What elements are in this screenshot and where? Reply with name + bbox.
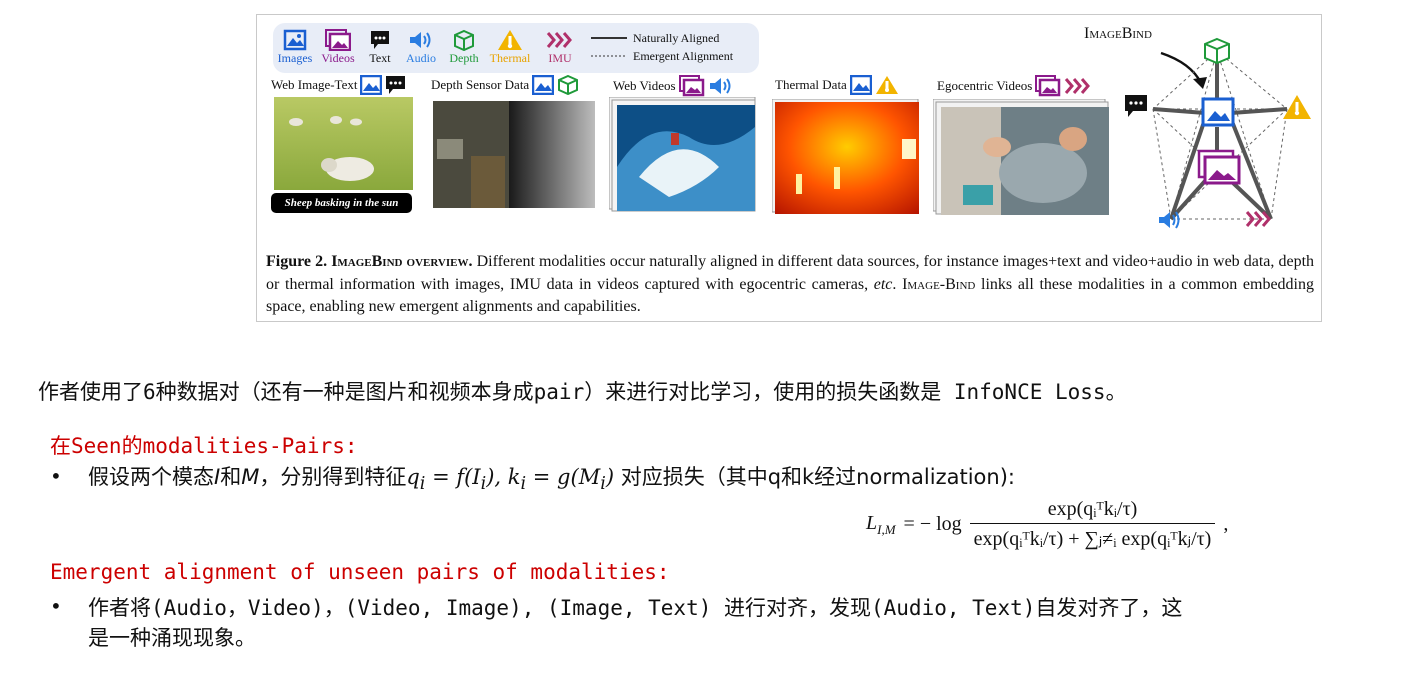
formula-L: L	[866, 511, 878, 534]
figure-caption: Figure 2. ImageBind overview. Different …	[266, 251, 1314, 319]
dashed-line-icon	[591, 55, 627, 57]
legend-thermal: Thermal	[485, 29, 535, 66]
legend-text-label: Text	[369, 51, 391, 65]
emergent-alignment-row: Emergent Alignment	[591, 47, 733, 65]
image-icon	[849, 75, 872, 95]
egocentric-video-stack	[933, 99, 1111, 217]
surf-image	[609, 97, 756, 212]
depth-photo	[433, 101, 595, 208]
video-icon	[1035, 75, 1061, 97]
formula-denominator: exp(qᵢᵀkᵢ/τ) + ∑ⱼ≠ᵢ exp(qᵢᵀkⱼ/τ)	[969, 523, 1216, 551]
bullet-2: •	[50, 594, 62, 618]
caption-body-2: .	[892, 275, 903, 293]
bullet-1: •	[50, 464, 62, 488]
legend-audio-label: Audio	[406, 51, 436, 65]
section1-bullet: 假设两个模态I和M，分别得到特征qi = f(Ii), ki = g(Mi) 对…	[88, 461, 1015, 494]
legend-thermal-label: Thermal	[489, 51, 531, 65]
speaker-icon	[709, 78, 731, 94]
naturally-aligned-label: Naturally Aligned	[633, 30, 720, 45]
legend-imu-label: IMU	[548, 51, 572, 65]
image-icon	[532, 75, 555, 95]
legend-audio: Audio	[401, 29, 441, 66]
formula-tail: ,	[1223, 513, 1229, 535]
cube-icon	[454, 29, 474, 51]
image-icon	[283, 29, 307, 51]
legend-videos-label: Videos	[321, 51, 355, 65]
panel-label-text: Thermal Data	[775, 77, 847, 92]
thermal-photo	[772, 99, 922, 214]
egocentric-image	[933, 99, 1109, 215]
intro-paragraph: 作者使用了6种数据对（还有一种是图片和视频本身成pair）来进行对比学习，使用的…	[38, 380, 1127, 404]
legend-images-label: Images	[277, 51, 313, 65]
sheep-photo	[274, 97, 413, 190]
math-q-eq: = f(I	[425, 465, 481, 489]
panel-label-depth: Depth Sensor Data	[431, 75, 579, 95]
web-video-stack	[609, 97, 757, 213]
panel-label-web-image-text: Web Image-Text	[271, 75, 407, 95]
formula-eq: = − log	[903, 513, 962, 535]
legend-videos: Videos	[319, 29, 357, 66]
imagebind-graph	[1121, 23, 1317, 243]
feature-equation: qi = f(Ii), ki = g(Mi)	[406, 465, 615, 494]
legend-depth: Depth	[445, 29, 483, 66]
formula-numerator: exp(qᵢᵀkᵢ/τ)	[1047, 498, 1138, 520]
speaker-icon	[410, 32, 431, 48]
legend-text: Text	[365, 29, 395, 66]
caption-name-1: Image-	[902, 275, 946, 293]
math-and: 和	[220, 465, 242, 489]
section1-title: 在Seen的modalities-Pairs:	[50, 434, 358, 458]
image-icon	[360, 75, 383, 95]
caption-name-2: Bind	[945, 275, 976, 293]
math-k-eq: = g(M	[526, 465, 601, 489]
modality-graph	[1125, 37, 1311, 229]
figure-2: Images Videos Text Audio Depth Thermal I…	[256, 14, 1322, 322]
speech-bubble-icon	[371, 31, 389, 49]
section2-line2: 是一种涌现现象。	[88, 626, 256, 650]
thermometer-warning-icon	[498, 30, 522, 50]
chevrons-icon	[1065, 78, 1091, 94]
emergent-alignment-label: Emergent Alignment	[633, 48, 734, 63]
panel-label-thermal: Thermal Data	[775, 75, 899, 95]
panel-label-text: Web Videos	[613, 78, 676, 93]
panel-label-text: Depth Sensor Data	[431, 77, 530, 92]
legend-imu: IMU	[543, 29, 577, 66]
math-q: q	[406, 465, 420, 489]
naturally-aligned-row: Naturally Aligned	[591, 29, 733, 47]
math-M: M	[241, 465, 260, 489]
image-caption-pill: Sheep basking in the sun	[271, 193, 412, 213]
solid-line-icon	[591, 37, 627, 39]
panel-label-text: Web Image-Text	[271, 77, 358, 92]
caption-prefix: Figure 2.	[266, 253, 328, 270]
legend-images: Images	[277, 29, 313, 66]
video-icon	[678, 75, 704, 97]
cube-icon	[558, 75, 579, 95]
video-icon	[325, 29, 351, 51]
section2-title: Emergent alignment of unseen pairs of mo…	[50, 560, 670, 584]
modality-legend: Images Videos Text Audio Depth Thermal I…	[273, 23, 759, 73]
formula-lhs-sub: I,M	[877, 521, 896, 537]
panel-label-web-videos: Web Videos	[613, 75, 734, 97]
caption-title: ImageBind overview.	[331, 253, 473, 270]
panel-label-text: Egocentric Videos	[937, 78, 1033, 93]
thermometer-warning-icon	[875, 76, 898, 94]
formula-lhs: LI,M	[866, 512, 896, 538]
chevrons-icon	[546, 32, 572, 48]
depth-image	[433, 101, 595, 208]
thermal-image	[772, 99, 919, 214]
speech-bubble-icon	[386, 76, 406, 94]
section1-text-b: ，分别得到特征	[259, 465, 407, 489]
formula-fraction: exp(qᵢᵀkᵢ/τ) exp(qᵢᵀkᵢ/τ) + ∑ⱼ≠ᵢ exp(qᵢᵀ…	[969, 498, 1216, 551]
alignment-legend: Naturally Aligned Emergent Alignment	[591, 29, 733, 65]
section1-text-a: 假设两个模态	[88, 465, 214, 489]
math-sep: ), k	[486, 465, 521, 489]
sheep-image	[274, 97, 413, 190]
section1-text-c: 对应损失（其中q和k经过normalization):	[614, 465, 1015, 489]
section2-line1: 作者将(Audio，Video)，(Video, Image), (Image,…	[88, 596, 1183, 620]
legend-depth-label: Depth	[449, 51, 479, 65]
caption-etc: etc	[873, 275, 893, 293]
infonce-formula: LI,M = − log exp(qᵢᵀkᵢ/τ) exp(qᵢᵀkᵢ/τ) +…	[866, 498, 1228, 551]
panel-label-egocentric: Egocentric Videos	[937, 75, 1092, 97]
math-end: )	[605, 465, 615, 489]
